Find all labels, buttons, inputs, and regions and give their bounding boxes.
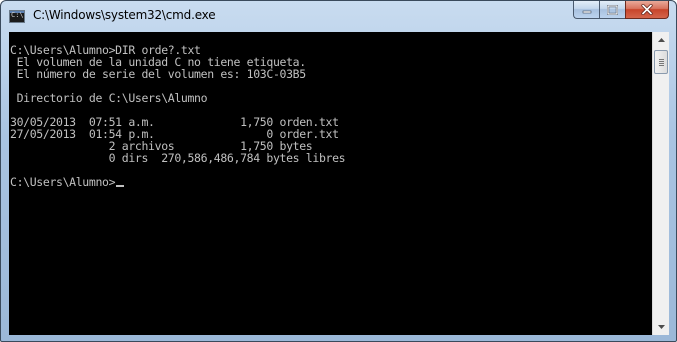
- maximize-icon: [607, 4, 618, 15]
- chevron-up-icon: [658, 38, 665, 42]
- thumb-grip-line: [659, 59, 664, 60]
- thumb-grip-line: [659, 61, 664, 62]
- minimize-button[interactable]: [573, 1, 599, 19]
- command-prompt-line[interactable]: C:\Users\Alumno>: [10, 175, 125, 189]
- console-line: Directorio de C:\Users\Alumno: [10, 91, 208, 105]
- prompt-text: C:\Users\Alumno>: [10, 175, 116, 189]
- console-line: 0 dirs 270,586,486,784 bytes libres: [10, 151, 346, 165]
- title-bar[interactable]: C:\ C:\Windows\system32\cmd.exe: [1, 1, 676, 33]
- console-line: El número de serie del volumen es: 103C-…: [10, 67, 307, 81]
- text-cursor: [116, 185, 125, 187]
- maximize-button[interactable]: [599, 1, 625, 19]
- close-icon: [641, 4, 653, 15]
- window-controls: [573, 1, 669, 21]
- thumb-grip-line: [659, 63, 664, 64]
- vertical-scrollbar[interactable]: [652, 32, 669, 335]
- chevron-down-icon: [658, 325, 665, 329]
- scroll-up-button[interactable]: [654, 32, 669, 48]
- thumb-grip-line: [659, 65, 664, 66]
- cmd-window: C:\ C:\Windows\system32\cmd.exe C:\Users…: [0, 0, 677, 342]
- app-icon-text: C:\: [11, 11, 24, 19]
- scrollbar-thumb[interactable]: [654, 50, 668, 74]
- window-title: C:\Windows\system32\cmd.exe: [33, 8, 216, 22]
- cmd-app-icon[interactable]: C:\: [9, 10, 25, 23]
- console-output[interactable]: C:\Users\Alumno>DIR orde?.txt El volumen…: [9, 32, 652, 335]
- scroll-down-button[interactable]: [654, 319, 669, 335]
- minimize-icon: [582, 10, 591, 13]
- close-button[interactable]: [625, 1, 669, 19]
